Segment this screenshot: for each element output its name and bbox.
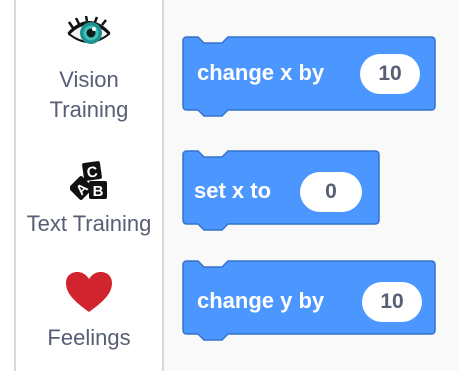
- abc-blocks-icon: C A B: [69, 158, 110, 207]
- block-palette: change x by 10 set x to 0 change y by 10: [164, 0, 458, 371]
- category-label: Vision: [59, 67, 119, 92]
- category-sidebar: Vision Training C A B Text Training Feel…: [16, 0, 164, 371]
- svg-text:B: B: [93, 183, 104, 200]
- block-label: change y by: [197, 288, 325, 313]
- category-label: Text Training: [26, 211, 152, 236]
- category-label: Training: [49, 97, 129, 122]
- block-label: set x to: [194, 178, 272, 203]
- change-y-by-block[interactable]: change y by 10: [182, 260, 436, 344]
- category-feelings[interactable]: Feelings: [16, 268, 162, 363]
- eye-icon: [65, 15, 113, 57]
- extension-palette-view: Vision Training C A B Text Training Feel…: [0, 0, 458, 371]
- number-input[interactable]: 0: [300, 172, 362, 212]
- category-vision-training[interactable]: Vision Training: [16, 0, 162, 130]
- category-text-training[interactable]: C A B Text Training: [16, 152, 162, 242]
- number-input[interactable]: 10: [362, 282, 422, 322]
- heart-icon: [66, 272, 112, 319]
- set-x-to-block[interactable]: set x to 0: [182, 150, 380, 234]
- change-x-by-block[interactable]: change x by 10: [182, 36, 436, 120]
- block-label: change x by: [197, 60, 325, 85]
- number-input[interactable]: 10: [360, 54, 420, 94]
- category-label: Feelings: [47, 325, 131, 350]
